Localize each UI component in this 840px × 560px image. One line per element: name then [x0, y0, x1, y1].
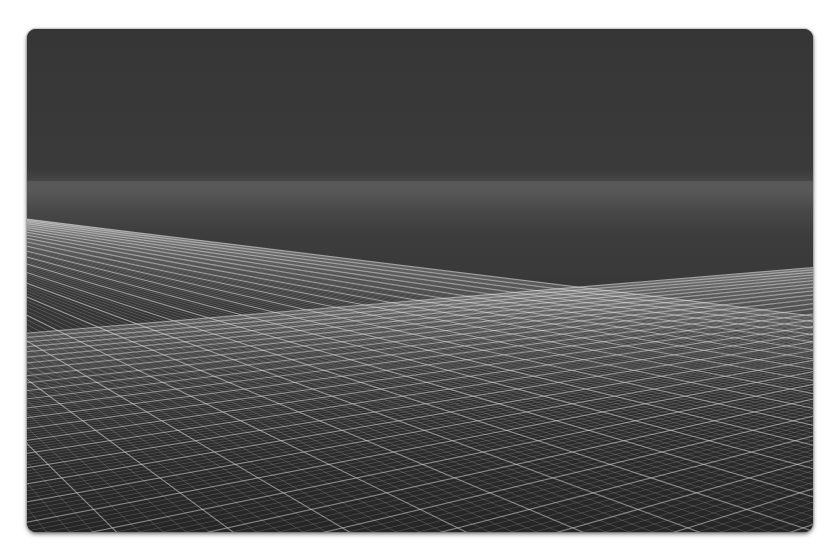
viewport-canvas[interactable] — [27, 29, 813, 532]
ground-shading — [27, 181, 813, 532]
3d-viewport[interactable] — [27, 29, 813, 532]
sky-background — [27, 29, 813, 189]
